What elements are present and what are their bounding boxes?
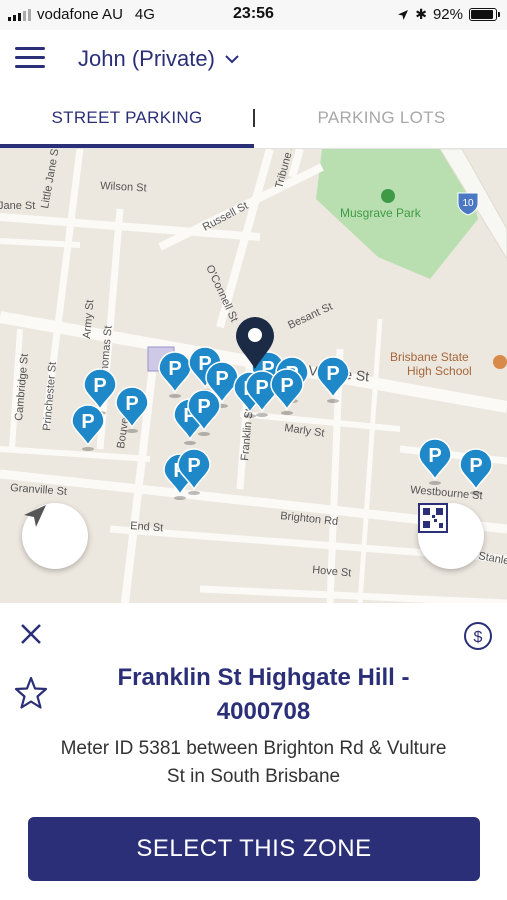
tab-bar: STREET PARKING PARKING LOTS — [0, 90, 507, 149]
parking-pin-icon[interactable]: P — [270, 368, 304, 415]
chevron-down-icon — [225, 54, 239, 63]
map-label-jane-st: Jane St — [0, 200, 35, 212]
park-poi-icon — [381, 189, 395, 203]
map-label-princhester-st: Princhester St — [41, 361, 59, 431]
parking-pin-label: P — [81, 411, 94, 433]
account-label: John (Private) — [78, 46, 215, 71]
tab-parking-lots[interactable]: PARKING LOTS — [256, 90, 507, 148]
map-label-hove-st: Hove St — [312, 564, 352, 579]
location-arrow-icon — [24, 505, 46, 527]
zone-detail-sheet: $ Franklin St Highgate Hill - 4000708 Me… — [0, 603, 507, 900]
map-label-russell-st: Russell St — [201, 200, 250, 234]
map-label-end-st: End St — [130, 520, 164, 534]
parking-pin-label: P — [280, 375, 293, 397]
location-arrow-icon — [398, 9, 409, 20]
parking-pin-label: P — [255, 377, 268, 399]
map-label-marly-st: Marly St — [284, 422, 326, 439]
route-badge-label: 10 — [462, 198, 474, 209]
parking-pin-label: P — [326, 363, 339, 385]
locate-me-button[interactable] — [22, 503, 88, 569]
parking-pin-label: P — [197, 396, 210, 418]
parking-pin-label: P — [469, 455, 482, 477]
school-line-2: High School — [407, 364, 472, 378]
parking-pin-label: P — [93, 375, 106, 397]
favourite-star-icon[interactable] — [14, 676, 48, 710]
battery-icon — [469, 8, 500, 21]
bluetooth-icon: ✱ — [415, 6, 427, 22]
parking-pin-icon[interactable]: P — [158, 351, 192, 398]
map-label-stanley-st: Stanley St — [477, 550, 507, 571]
school-poi-icon — [493, 355, 507, 369]
map-label-besant-st: Besant St — [286, 301, 334, 332]
parking-pin-label: P — [215, 368, 228, 390]
parking-pin-label: P — [187, 455, 200, 477]
map-label-musgrave-park: Musgrave Park — [340, 206, 422, 220]
map-view[interactable]: Wilson St Little Jane St Jane St Russell… — [0, 149, 507, 603]
tab-divider — [253, 109, 255, 127]
parking-pin-label: P — [125, 393, 138, 415]
battery-fill — [471, 10, 494, 19]
map-label-granville-st: Granville St — [10, 482, 68, 498]
account-selector[interactable]: John (Private) — [78, 46, 239, 72]
status-bar: vodafone AU 4G 23:56 ✱ 92% — [0, 0, 507, 30]
map-label-little-jane-st: Little Jane St — [39, 149, 62, 210]
svg-text:$: $ — [474, 629, 483, 646]
parking-pin-icon[interactable]: P — [418, 438, 452, 485]
zone-description: Meter ID 5381 between Brighton Rd & Vult… — [60, 738, 447, 787]
parking-pin-icon[interactable]: P — [316, 356, 350, 403]
zone-title: Franklin St Highgate Hill - 4000708 — [117, 664, 410, 725]
menu-icon[interactable] — [15, 47, 45, 69]
qr-scan-button[interactable] — [418, 503, 484, 569]
qr-code-icon — [418, 503, 448, 533]
parking-pin-label: P — [168, 358, 181, 380]
tab-street-parking[interactable]: STREET PARKING — [0, 90, 254, 148]
map-label-wilson-st: Wilson St — [100, 180, 147, 194]
parking-pin-label: P — [428, 445, 441, 467]
map-label-school: Brisbane State High School — [390, 350, 472, 378]
school-line-1: Brisbane State — [390, 350, 469, 364]
battery-percent: 92% — [432, 6, 463, 23]
close-icon[interactable] — [18, 621, 44, 647]
select-zone-button[interactable]: SELECT THIS ZONE — [28, 817, 480, 881]
app-bar: John (Private) — [0, 30, 507, 90]
dollar-icon[interactable]: $ — [463, 621, 493, 651]
